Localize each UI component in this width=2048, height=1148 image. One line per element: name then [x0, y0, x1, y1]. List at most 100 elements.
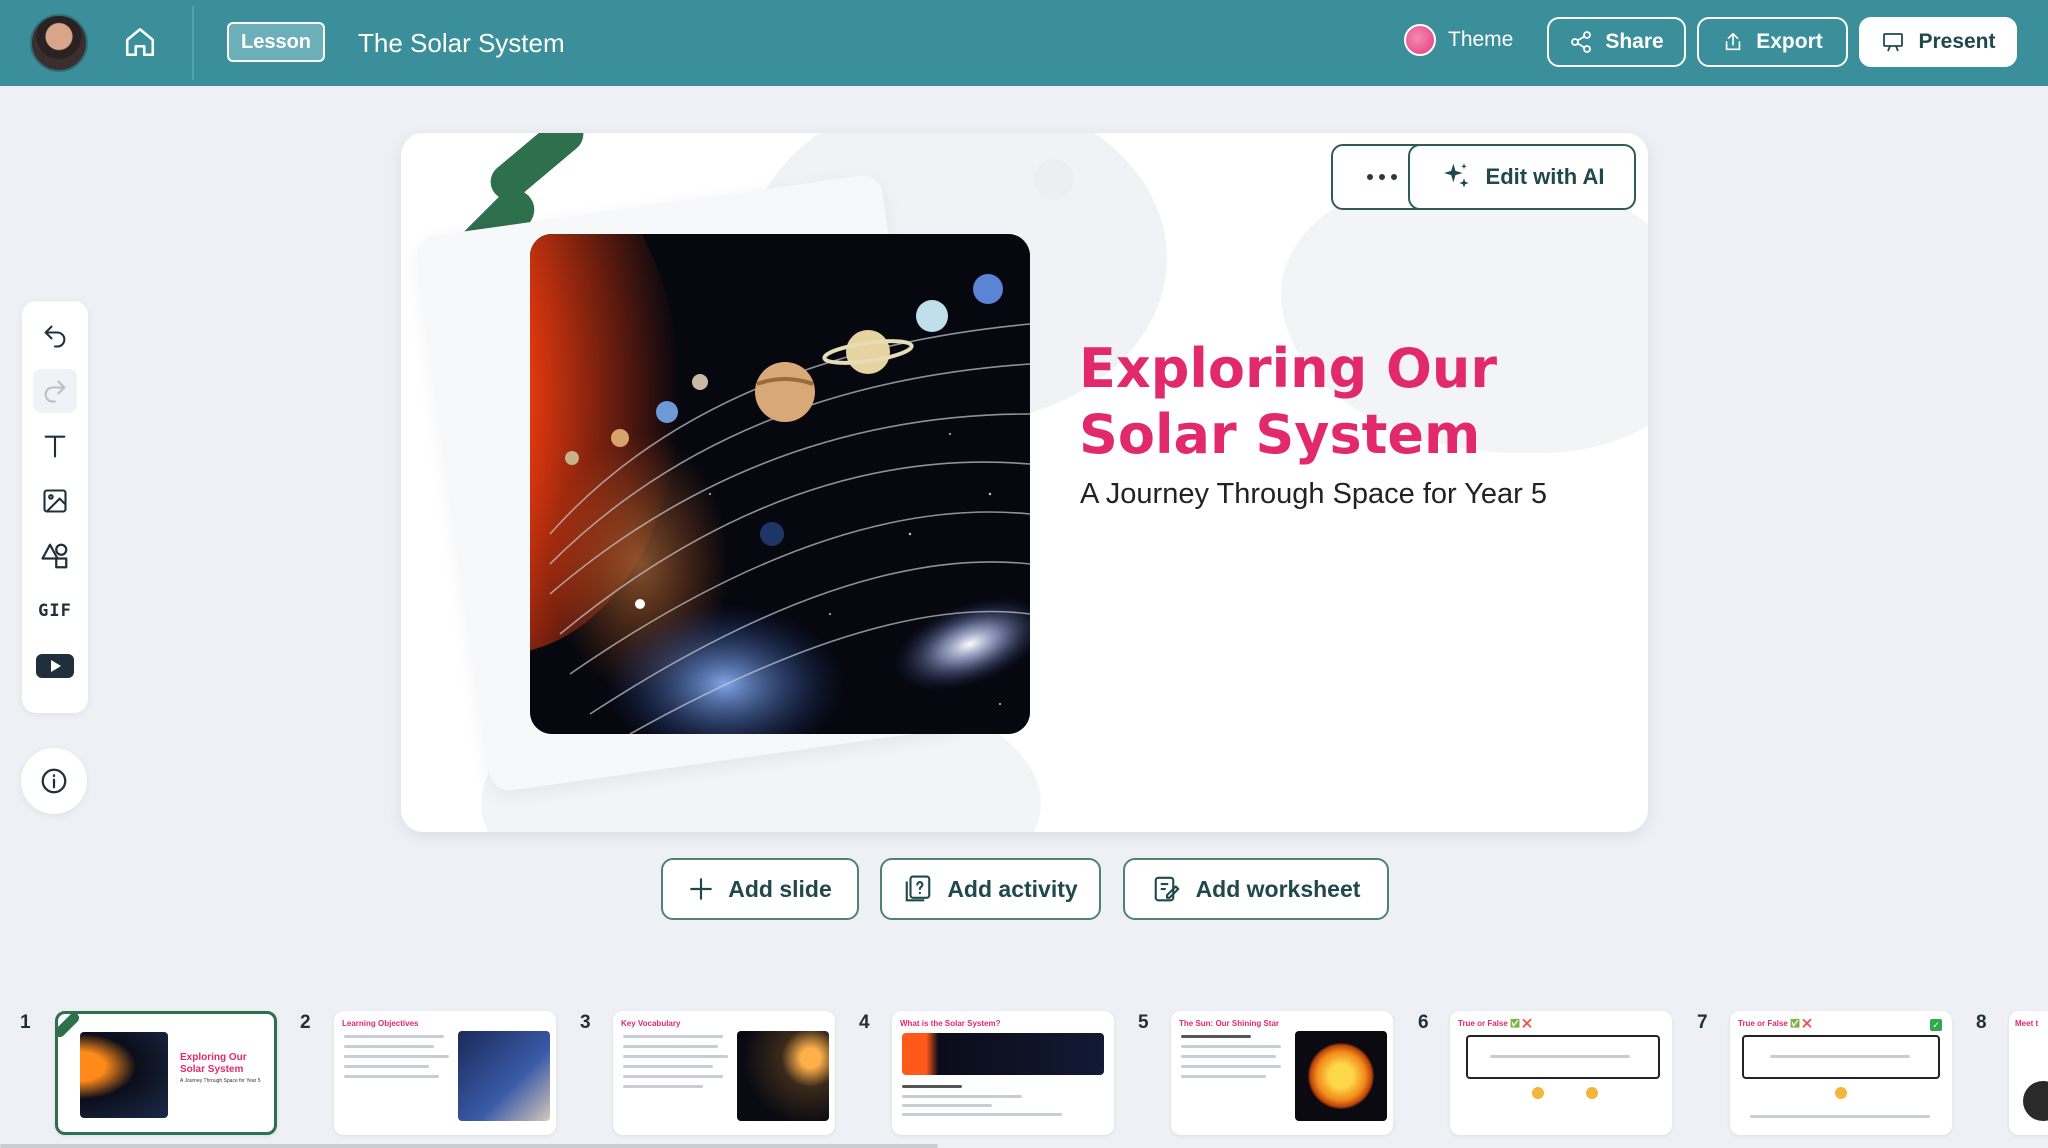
thumbs-down-icon — [1586, 1087, 1598, 1099]
check-icon: ✓ — [1930, 1019, 1942, 1031]
add-slide-button[interactable]: Add slide — [661, 858, 859, 920]
thumbnail-image — [80, 1032, 168, 1118]
present-button[interactable]: Present — [1859, 17, 2017, 67]
slide-thumbnail-4[interactable]: What is the Solar System? — [892, 1011, 1114, 1135]
thumbnail-image — [2023, 1081, 2048, 1121]
thumbnail-text-line — [623, 1065, 713, 1068]
slide-thumbnail-5[interactable]: The Sun: Our Shining Star — [1171, 1011, 1393, 1135]
slide-thumbnail-6[interactable]: True or False ✅ ❌ — [1450, 1011, 1672, 1135]
thumbnail-title: True or False ✅ ❌ — [1458, 1019, 1533, 1028]
thumbnail-text-line — [1750, 1115, 1930, 1118]
avatar[interactable] — [30, 14, 88, 72]
slide-title[interactable]: Exploring Our Solar System — [1079, 336, 1619, 468]
gif-label: GIF — [38, 601, 72, 621]
header-divider — [192, 6, 194, 80]
thumbnail-text-line — [623, 1035, 723, 1038]
thumbnail-image — [737, 1031, 829, 1121]
redo-icon — [44, 380, 66, 403]
thumbnail-text-line — [344, 1045, 434, 1048]
home-button[interactable] — [118, 20, 162, 64]
thumbnail-text-line — [623, 1045, 718, 1048]
lesson-badge[interactable]: Lesson — [227, 22, 326, 62]
slide-thumbnail-1[interactable]: Exploring Our Solar System A Journey Thr… — [55, 1011, 277, 1135]
thumbnail-text-line — [344, 1075, 439, 1078]
share-label: Share — [1605, 30, 1664, 53]
thumbnail-text-line — [623, 1075, 723, 1078]
thumbnail-title: Exploring Our Solar System — [180, 1052, 247, 1075]
thumbnail-scrollbar[interactable] — [0, 1144, 938, 1148]
thumbnail-number: 2 — [300, 1012, 311, 1033]
theme-label: Theme — [1448, 28, 1514, 51]
thumbnail-text-line — [1181, 1075, 1266, 1078]
thumbnail-number: 3 — [580, 1012, 591, 1033]
thumbnail-text-line — [902, 1085, 962, 1088]
share-icon — [1571, 31, 1592, 53]
thumbnail-title: Learning Objectives — [342, 1019, 419, 1028]
text-icon — [44, 435, 66, 458]
thumbnail-text-line — [344, 1065, 429, 1068]
info-icon — [41, 768, 67, 794]
more-dot — [1379, 174, 1385, 180]
slide-thumbnail-3[interactable]: Key Vocabulary — [613, 1011, 835, 1135]
thumbnail-text-line — [344, 1055, 449, 1058]
more-dot — [1367, 174, 1373, 180]
thumbnail-title: The Sun: Our Shining Star — [1179, 1019, 1279, 1028]
add-activity-button[interactable]: Add activity — [880, 858, 1101, 920]
thumbnail-image — [1295, 1031, 1387, 1121]
theme-color-swatch — [1404, 24, 1436, 56]
home-icon — [125, 27, 155, 57]
plus-icon — [690, 878, 713, 900]
gif-tool-button[interactable]: GIF — [33, 589, 77, 633]
thumbnail-number: 4 — [859, 1012, 870, 1033]
thumbnail-decoration — [58, 1014, 82, 1040]
current-slide[interactable]: Exploring Our Solar System A Journey Thr… — [401, 133, 1648, 832]
edit-with-ai-button[interactable]: Edit with AI — [1408, 144, 1636, 210]
info-button[interactable] — [21, 748, 87, 814]
thumbnail-text-line — [902, 1113, 1062, 1116]
slide-thumbnail-7[interactable]: True or False ✅ ❌ ✓ — [1730, 1011, 1952, 1135]
decorative-circle — [1034, 159, 1074, 199]
text-tool-button[interactable] — [33, 424, 77, 468]
thumbnail-text-line — [1181, 1065, 1281, 1068]
slide-thumbnail-2[interactable]: Learning Objectives — [334, 1011, 556, 1135]
export-icon — [1725, 32, 1741, 51]
document-title[interactable]: The Solar System — [358, 28, 565, 59]
image-icon — [43, 489, 67, 513]
present-icon — [1883, 33, 1904, 52]
more-dot — [1391, 174, 1397, 180]
thumbnail-title: Key Vocabulary — [621, 1019, 681, 1028]
thumbnail-number: 1 — [20, 1012, 31, 1033]
video-tool-button[interactable] — [33, 644, 77, 688]
thumbnail-image — [902, 1033, 1104, 1075]
thumbs-up-icon — [1532, 1087, 1544, 1099]
thumbnail-number: 5 — [1138, 1012, 1149, 1033]
video-play-icon — [36, 654, 74, 678]
thumbnail-number: 7 — [1697, 1012, 1708, 1033]
export-button[interactable]: Export — [1697, 17, 1848, 67]
thumbnail-text-line — [623, 1055, 728, 1058]
thumbnail-text-line — [902, 1095, 1022, 1098]
add-activity-label: Add activity — [947, 875, 1078, 902]
thumbnail-text-line — [902, 1104, 992, 1107]
thumbnail-text-line — [1181, 1055, 1276, 1058]
thumbnail-title: True or False ✅ ❌ — [1738, 1019, 1813, 1028]
thumbnail-subtitle: A Journey Through Space for Year 5 — [180, 1078, 261, 1084]
thumbnail-title: What is the Solar System? — [900, 1019, 1001, 1028]
thumbnail-text-line — [1181, 1035, 1251, 1038]
solar-system-illustration — [530, 234, 1030, 734]
share-button[interactable]: Share — [1547, 17, 1686, 67]
undo-button[interactable] — [33, 314, 77, 358]
undo-icon — [44, 325, 66, 348]
solar-system-image[interactable] — [530, 234, 1030, 734]
shapes-tool-button[interactable] — [33, 534, 77, 578]
slide-thumbnail-8[interactable]: Meet t — [2009, 1011, 2048, 1135]
add-worksheet-button[interactable]: Add worksheet — [1123, 858, 1389, 920]
shapes-icon — [41, 543, 68, 569]
image-tool-button[interactable] — [33, 479, 77, 523]
slide-subtitle[interactable]: A Journey Through Space for Year 5 — [1080, 478, 1547, 511]
activity-question-icon — [906, 875, 931, 902]
left-toolbar: GIF — [22, 301, 88, 713]
theme-button[interactable]: Theme — [1404, 24, 1513, 56]
thumbnail-title: Meet t — [2015, 1019, 2039, 1028]
redo-button[interactable] — [33, 369, 77, 413]
